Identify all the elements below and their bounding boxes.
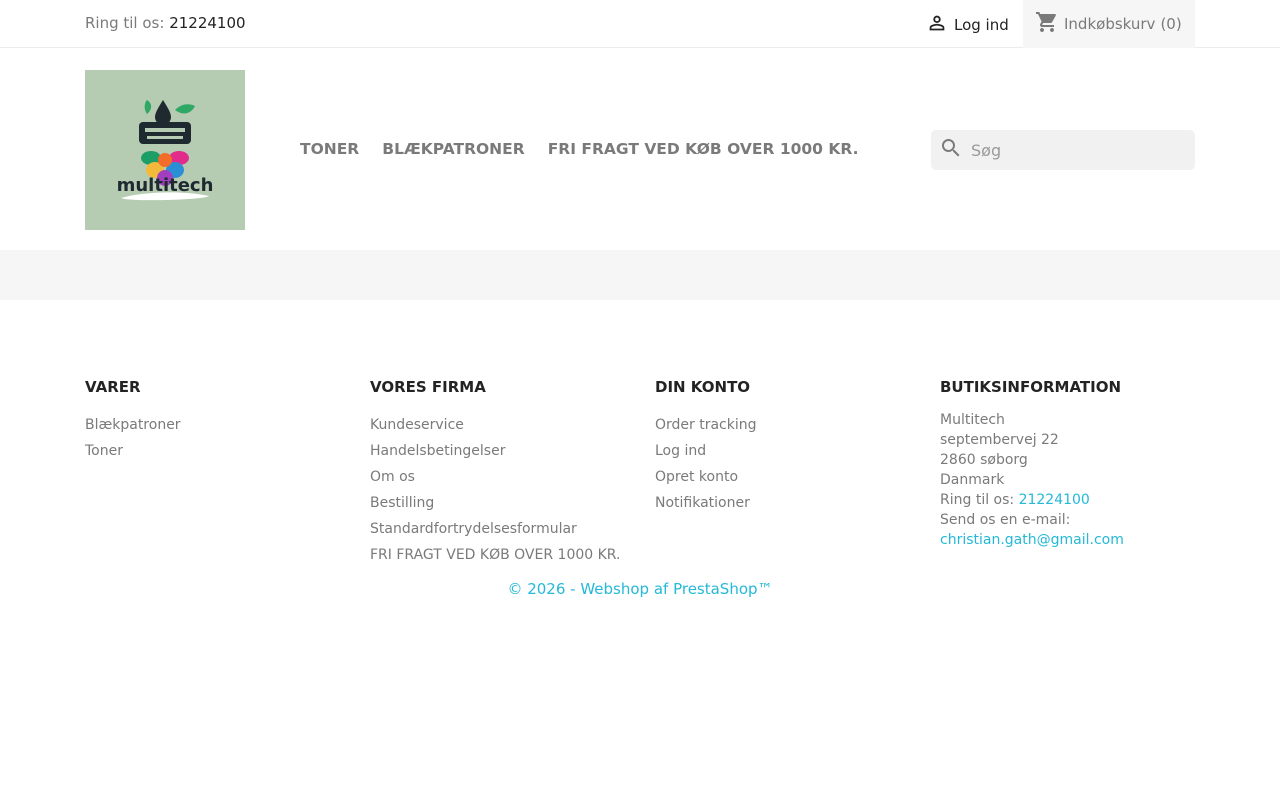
footer-link-notifications[interactable]: Notifikationer — [655, 490, 757, 516]
login-link[interactable]: Log ind — [926, 13, 1009, 37]
footer-products-title: VARER — [85, 378, 141, 396]
footer-account-title: DIN KONTO — [655, 378, 751, 396]
footer-store-info: BUTIKSINFORMATION Multitech septembervej… — [940, 378, 1124, 550]
contact-phone: Ring til os: 21224100 — [85, 14, 246, 32]
store-logo[interactable]: multitech — [85, 70, 245, 230]
store-city: 2860 søborg — [940, 452, 1028, 468]
logo-graphic: multitech — [117, 100, 214, 201]
footer-link-customer-service[interactable]: Kundeservice — [370, 412, 620, 438]
content-wrapper — [0, 250, 1280, 300]
store-email-label: Send os en e-mail: — [940, 512, 1071, 528]
footer-link-withdrawal-form[interactable]: Standardfortrydelsesformular — [370, 516, 620, 542]
store-phone-label: Ring til os: — [940, 492, 1015, 508]
footer-link-about-us[interactable]: Om os — [370, 464, 620, 490]
top-bar: Ring til os: 21224100 Log ind Indkøbskur… — [0, 0, 1280, 48]
store-phone: Ring til os: 21224100 — [940, 490, 1124, 510]
footer-link-create-account[interactable]: Opret konto — [655, 464, 757, 490]
logo-text: multitech — [117, 175, 214, 196]
footer-store-title: BUTIKSINFORMATION — [940, 378, 1122, 396]
user-icon — [926, 12, 948, 38]
phone-label: Ring til os: — [85, 14, 165, 32]
menu-item-free-shipping[interactable]: FRI FRAGT VED KØB OVER 1000 KR. — [548, 140, 859, 158]
footer-company: VORES FIRMA Kundeservice Handelsbetingel… — [370, 378, 620, 568]
footer-link-login[interactable]: Log ind — [655, 438, 757, 464]
store-street: septembervej 22 — [940, 432, 1059, 448]
footer-link-order-tracking[interactable]: Order tracking — [655, 412, 757, 438]
main-menu: TONER BLÆKPATRONER FRI FRAGT VED KØB OVE… — [300, 140, 858, 158]
login-label: Log ind — [954, 16, 1009, 34]
cart-label: Indkøbskurv — [1064, 15, 1156, 33]
store-name: Multitech — [940, 412, 1005, 428]
search-input[interactable] — [971, 140, 1181, 160]
store-email-link[interactable]: christian.gath@gmail.com — [940, 530, 1124, 550]
menu-item-toner[interactable]: TONER — [300, 140, 359, 158]
footer-link-ordering[interactable]: Bestilling — [370, 490, 620, 516]
footer-company-title: VORES FIRMA — [370, 378, 486, 396]
footer-products: VARER Blækpatroner Toner — [85, 378, 181, 464]
header: multitech TONER BLÆKPATRONER FRI FRAGT V… — [0, 49, 1280, 250]
footer-link-ink-cartridges[interactable]: Blækpatroner — [85, 412, 181, 438]
footer-link-terms[interactable]: Handelsbetingelser — [370, 438, 620, 464]
menu-item-ink-cartridges[interactable]: BLÆKPATRONER — [382, 140, 524, 158]
search-icon[interactable] — [939, 136, 963, 164]
footer-link-free-shipping[interactable]: FRI FRAGT VED KØB OVER 1000 KR. — [370, 542, 620, 568]
footer-account: DIN KONTO Order tracking Log ind Opret k… — [655, 378, 757, 516]
store-country: Danmark — [940, 472, 1005, 488]
search-box — [931, 130, 1195, 170]
cart-button[interactable]: Indkøbskurv (0) — [1023, 0, 1195, 48]
cart-count: (0) — [1160, 15, 1182, 33]
shopping-cart-icon — [1035, 10, 1059, 38]
phone-number[interactable]: 21224100 — [169, 14, 245, 32]
footer-link-toner[interactable]: Toner — [85, 438, 181, 464]
copyright-link[interactable]: © 2026 - Webshop af PrestaShop™ — [0, 580, 1280, 598]
store-phone-link[interactable]: 21224100 — [1019, 492, 1090, 508]
